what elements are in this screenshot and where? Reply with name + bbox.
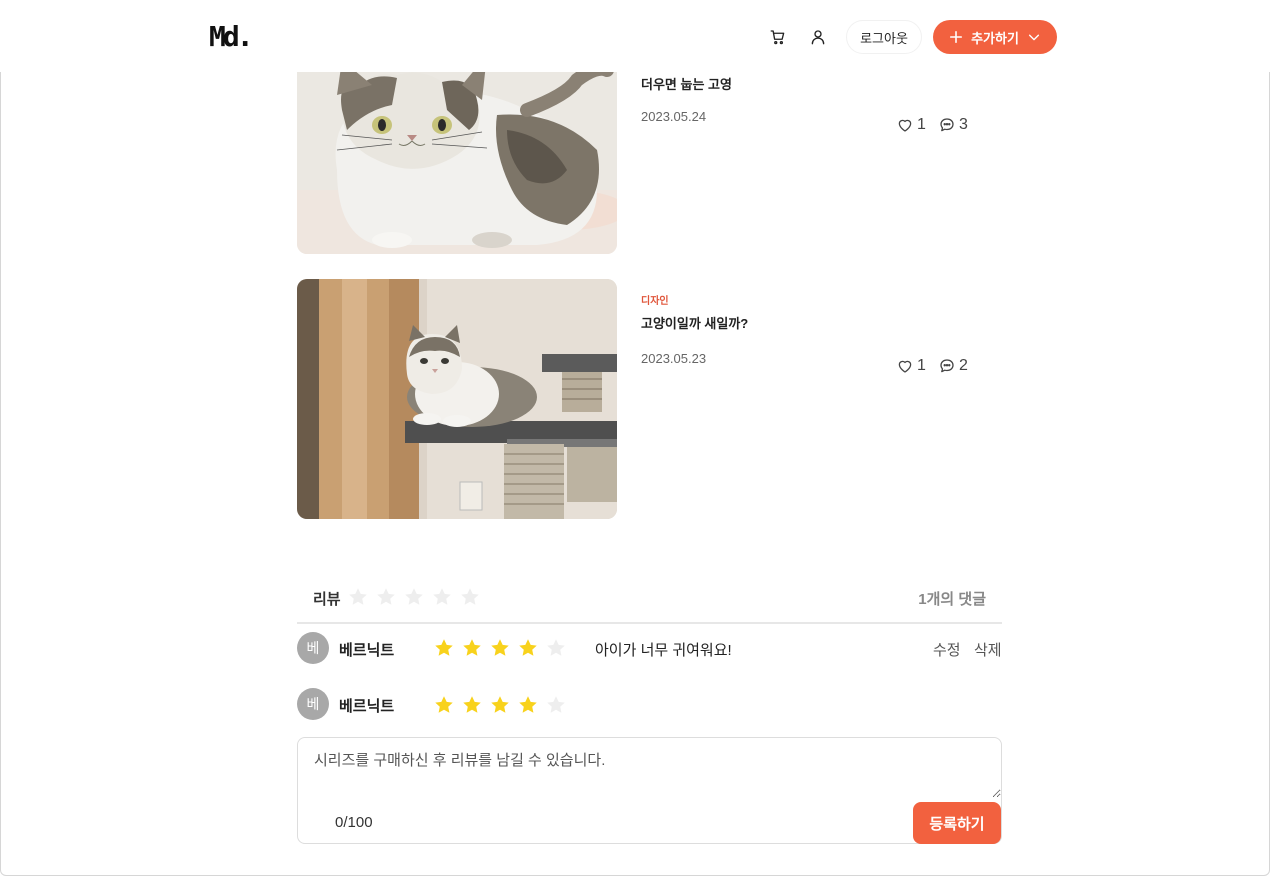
like-count-value: 1 (917, 357, 926, 374)
top-header: Md. 로그아웃 추가하기 (0, 0, 1270, 72)
star-empty-icon (547, 639, 565, 656)
star-empty-icon (349, 588, 367, 605)
post-card[interactable]: 더우면 눕는 고영 2023.05.24 1 3 (297, 40, 1002, 254)
post-title[interactable]: 고양이일까 새일까? (641, 313, 748, 332)
chevron-down-icon (1028, 34, 1039, 41)
profile-button[interactable] (803, 22, 833, 52)
star-filled-icon (435, 639, 453, 656)
comment-count-value: 3 (959, 116, 968, 133)
like-count[interactable]: 1 (896, 116, 926, 134)
star-empty-icon[interactable] (545, 694, 567, 716)
heart-icon (898, 119, 912, 132)
review-count: 1개의 댓글 (918, 591, 986, 608)
user-icon (811, 30, 825, 45)
comment-count[interactable]: 2 (938, 357, 968, 375)
review-text: 아이가 너무 귀여워요! (595, 642, 732, 659)
review-composer-header: 베 베르닉트 (297, 688, 1002, 722)
star-filled-icon[interactable] (517, 694, 539, 716)
comment-bubble-icon (940, 118, 954, 132)
star-filled-icon (519, 639, 537, 656)
post-thumbnail[interactable] (297, 40, 617, 254)
star-filled-icon (491, 639, 509, 656)
composer-author: 베르닉트 (339, 698, 395, 715)
review-author: 베르닉트 (339, 642, 395, 659)
delete-button[interactable]: 삭제 (974, 639, 1002, 660)
star-filled-icon[interactable] (489, 694, 511, 716)
cart-icon (770, 30, 785, 45)
like-count-value: 1 (917, 116, 926, 133)
heart-icon (898, 360, 912, 373)
like-count[interactable]: 1 (896, 357, 926, 375)
char-counter: 0/100 (335, 814, 373, 831)
star-filled-icon (463, 639, 481, 656)
cat-tower-photo (297, 279, 617, 519)
review-textarea[interactable] (298, 738, 1001, 798)
avatar: 베 (297, 688, 329, 720)
plus-icon (950, 30, 963, 44)
logo[interactable]: Md. (209, 22, 254, 52)
star-filled-icon[interactable] (433, 694, 455, 716)
post-date: 2023.05.23 (641, 351, 707, 366)
avatar: 베 (297, 632, 329, 664)
star-filled-icon[interactable] (461, 694, 483, 716)
review-label: 리뷰 (313, 591, 341, 608)
post-thumbnail[interactable] (297, 279, 617, 519)
comment-count[interactable]: 3 (938, 116, 968, 134)
submit-review-button[interactable]: 등록하기 (913, 802, 1001, 844)
composer-rating-stars[interactable] (433, 694, 567, 716)
post-date: 2023.05.24 (641, 109, 707, 124)
star-empty-icon (377, 588, 395, 605)
review-item: 베 베르닉트 아이가 너무 귀여워요! 수정 삭제 (297, 632, 1002, 666)
edit-button[interactable]: 수정 (933, 639, 961, 660)
comment-count-value: 2 (959, 357, 968, 374)
comment-bubble-icon (940, 359, 954, 373)
review-rating-stars (433, 637, 567, 659)
logout-button[interactable]: 로그아웃 (846, 20, 922, 54)
post-title[interactable]: 더우면 눕는 고영 (641, 74, 732, 93)
star-empty-icon (405, 588, 423, 605)
review-editor: 0/100 등록하기 (297, 737, 1002, 844)
star-empty-icon (433, 588, 451, 605)
review-header: 리뷰 1개의 댓글 (297, 580, 1002, 624)
add-button-label: 추가하기 (971, 30, 1019, 46)
post-category: 디자인 (641, 296, 669, 307)
watercolor-cat-image (297, 40, 617, 254)
star-empty-icon (461, 588, 479, 605)
add-button[interactable]: 추가하기 (933, 20, 1057, 54)
post-card[interactable]: 디자인 고양이일까 새일까? 2023.05.23 1 2 (297, 279, 1002, 519)
cart-button[interactable] (763, 22, 793, 52)
average-rating-stars (347, 586, 481, 608)
